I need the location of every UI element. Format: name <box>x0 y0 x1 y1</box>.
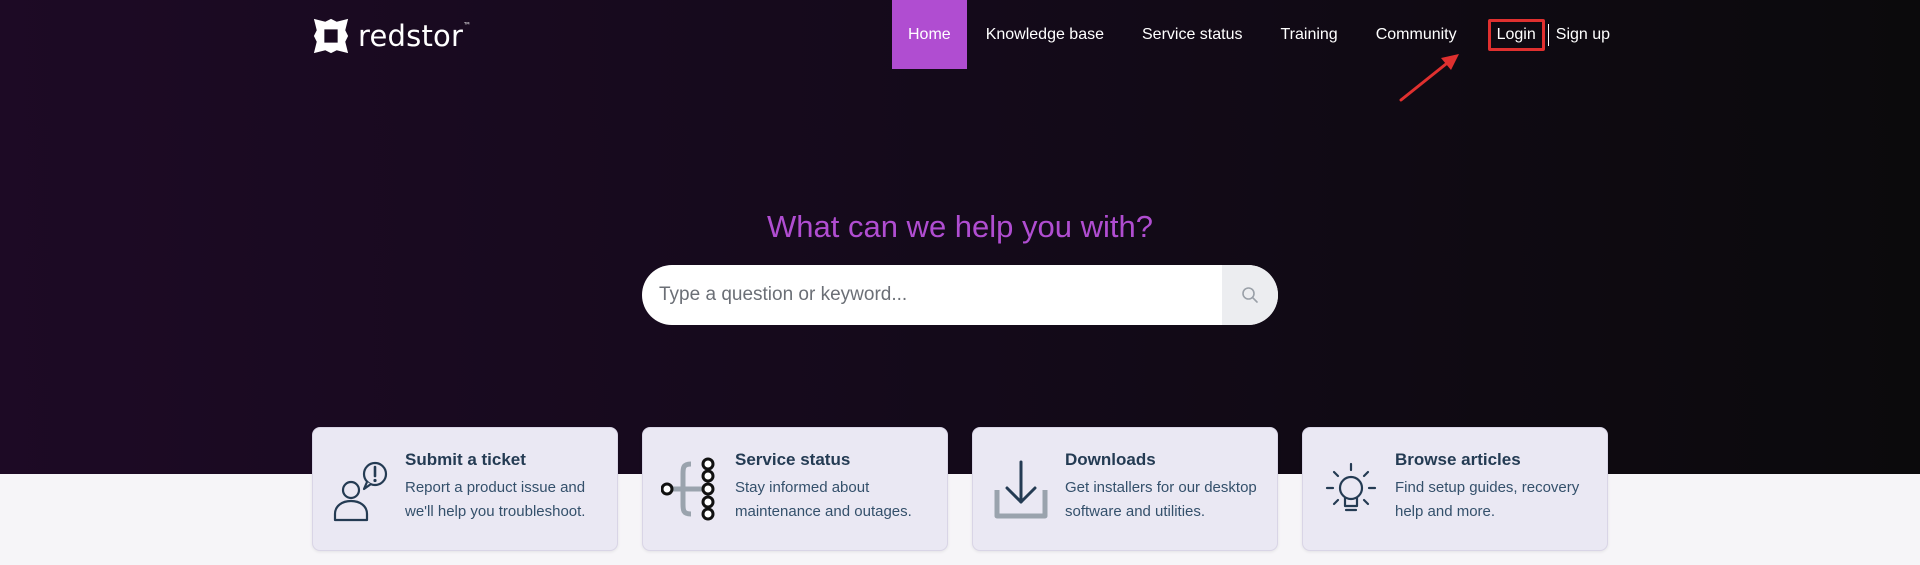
page-headline: What can we help you with? <box>767 209 1153 244</box>
brand-logo[interactable]: redstor™ <box>312 17 471 55</box>
search-input[interactable] <box>642 265 1222 325</box>
main-nav: Home Knowledge base Service status Train… <box>892 0 1610 69</box>
nav-service-status[interactable]: Service status <box>1123 0 1261 69</box>
annotation-arrow <box>1399 54 1459 102</box>
card-service-status[interactable]: Service status Stay informed about maint… <box>642 427 948 551</box>
card-browse-articles[interactable]: Browse articles Find setup guides, recov… <box>1302 427 1608 551</box>
brand-name: redstor™ <box>358 18 472 53</box>
card-text: Submit a ticket Report a product issue a… <box>405 450 585 550</box>
card-title: Browse articles <box>1395 450 1521 469</box>
nav-divider <box>1547 23 1549 46</box>
search-button[interactable] <box>1222 265 1278 325</box>
card-title: Submit a ticket <box>405 450 526 469</box>
card-text: Browse articles Find setup guides, recov… <box>1395 450 1579 550</box>
quick-links: Submit a ticket Report a product issue a… <box>312 427 1608 551</box>
lightbulb-icon <box>1325 462 1377 512</box>
download-icon <box>994 460 1048 519</box>
login-link[interactable]: Login <box>1487 18 1545 51</box>
card-title: Downloads <box>1065 450 1156 469</box>
signup-link[interactable]: Sign up <box>1556 26 1610 44</box>
user-alert-icon <box>333 461 388 522</box>
service-nodes-icon <box>661 457 715 521</box>
card-description: Stay informed about maintenance and outa… <box>735 479 912 520</box>
redstor-logo-icon <box>313 18 349 54</box>
card-description: Get installers for our desktop software … <box>1065 479 1257 520</box>
card-title: Service status <box>735 450 851 469</box>
hero-section: redstor™ Home Knowledge base Service sta… <box>0 0 1920 474</box>
card-description: Report a product issue and we'll help yo… <box>405 479 586 520</box>
card-downloads[interactable]: Downloads Get installers for our desktop… <box>972 427 1278 551</box>
card-text: Downloads Get installers for our desktop… <box>1065 450 1257 550</box>
card-description: Find setup guides, recovery help and mor… <box>1395 479 1580 520</box>
search-bar <box>642 265 1278 325</box>
nav-knowledge-base[interactable]: Knowledge base <box>967 0 1123 69</box>
nav-home[interactable]: Home <box>892 0 967 69</box>
card-submit-ticket[interactable]: Submit a ticket Report a product issue a… <box>312 427 618 551</box>
card-text: Service status Stay informed about maint… <box>735 450 912 550</box>
search-icon <box>1242 287 1258 303</box>
nav-training[interactable]: Training <box>1261 0 1356 69</box>
